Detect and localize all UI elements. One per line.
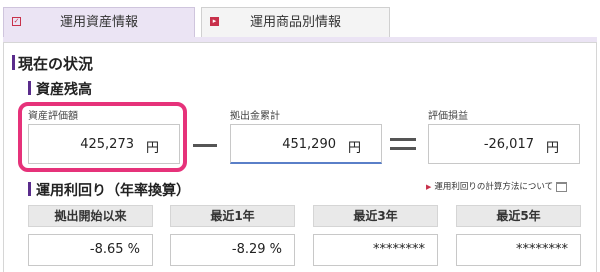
calc-method-link[interactable]: ▶ 運用利回りの計算方法について: [426, 180, 568, 192]
panel-border: [3, 42, 597, 43]
arrow-icon: ▸: [210, 17, 219, 26]
period-header-3y: 最近3年: [313, 205, 438, 227]
tab-product-info[interactable]: ▸ 運用商品別情報: [201, 7, 390, 38]
pl-label: 評価損益: [428, 111, 468, 122]
checkbox-icon: ✓: [12, 17, 21, 26]
returns-title: 運用利回り（年率換算）: [28, 180, 190, 200]
period-value-since-start-box: -8.65 %: [28, 234, 153, 266]
pl-value-box: -26,017 円: [428, 124, 580, 164]
period-value-1y-box: -8.29 %: [170, 234, 295, 266]
tab-product-info-label: 運用商品別情報: [249, 15, 341, 30]
period-header-since-start: 拠出開始以来: [28, 205, 153, 227]
calc-method-link-label: 運用利回りの計算方法について: [434, 182, 554, 192]
period-value-5y: ********: [516, 242, 568, 257]
pl-unit: 円: [545, 141, 559, 156]
contrib-value-box: 451,290 円: [230, 124, 382, 164]
minus-sign: [193, 144, 217, 147]
equals-sign-bottom: [390, 147, 416, 150]
panel-border-right: [596, 42, 597, 272]
period-header-5y: 最近5年: [456, 205, 581, 227]
asset-highlight: [18, 102, 187, 172]
period-value-3y-box: ********: [313, 234, 438, 266]
contrib-unit: 円: [347, 141, 361, 156]
period-value-since-start: -8.65 %: [89, 242, 140, 257]
period-value-3y: ********: [373, 242, 425, 257]
equals-sign-top: [390, 138, 416, 141]
tab-asset-info-label: 運用資産情報: [59, 15, 138, 30]
section-title: 現在の状況: [11, 55, 94, 73]
triangle-right-icon: ▶: [426, 183, 432, 191]
period-value-1y: -8.29 %: [231, 242, 282, 257]
balance-title: 資産残高: [28, 79, 92, 99]
panel-border-left: [3, 42, 4, 272]
tab-asset-info[interactable]: ✓ 運用資産情報: [3, 7, 195, 38]
contrib-value: 451,290: [282, 137, 336, 152]
contrib-label: 拠出金累計: [230, 111, 280, 122]
pl-value: -26,017: [483, 137, 534, 152]
new-window-icon: [556, 181, 568, 192]
period-value-5y-box: ********: [456, 234, 581, 266]
period-header-1y: 最近1年: [170, 205, 295, 227]
